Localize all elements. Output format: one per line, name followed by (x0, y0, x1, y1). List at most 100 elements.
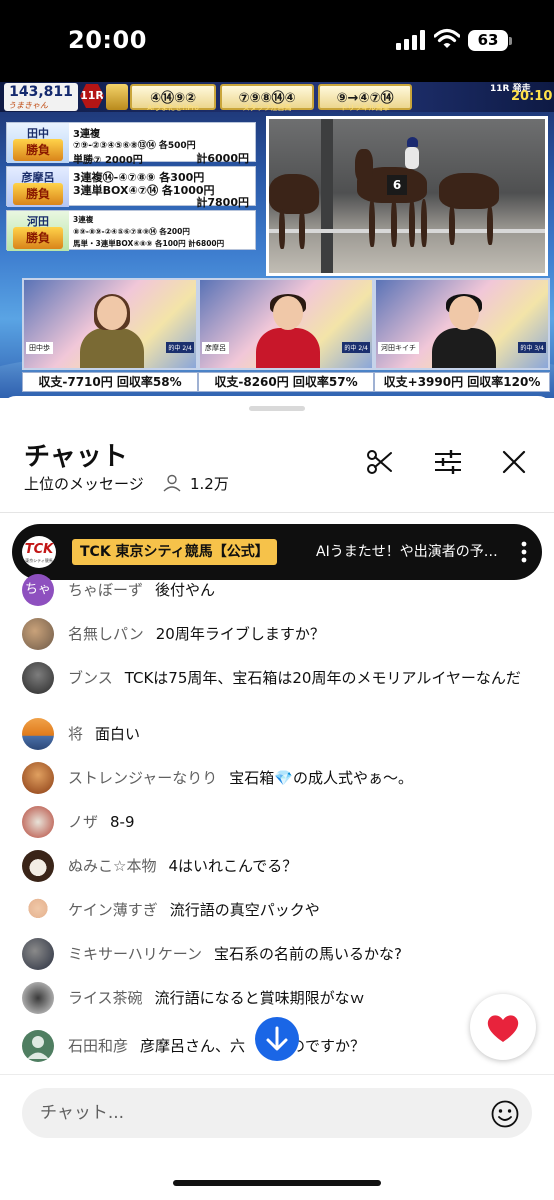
more-vertical-icon[interactable] (512, 538, 536, 566)
paddock-fence (269, 229, 545, 233)
cam-nameplate: 田中歩 (26, 342, 53, 354)
shobu-logo: 勝負 (13, 139, 63, 161)
settings-sliders-icon[interactable] (432, 446, 464, 478)
message-text: 宝石箱💎の成人式やぁ～。 (229, 769, 413, 787)
avatar (22, 762, 54, 794)
message-author: 名無しパン (68, 625, 144, 643)
battery-cap (509, 37, 512, 45)
tipster-bet-line: ⑦⑨-②③④⑤⑥⑧⑬⑭ 各500円 (73, 141, 196, 151)
cam-hit-tag: 的中 3/4 (518, 342, 546, 353)
tipster-row-tanaka: 田中 勝負 3連複 ⑦⑨-②③④⑤⑥⑧⑬⑭ 各500円 単勝⑦ 2000円 計6… (6, 122, 256, 166)
tipster-bet-line: 馬単・3連単BOX④⑧⑨ 各100円 計6800円 (73, 239, 225, 248)
chat-panel: チャット 上位のメッセージ 1.2万 TCK 東京シティ競馬 TCK 東京シティ… (0, 396, 554, 1200)
tipster-total: 計7800円 (196, 196, 249, 209)
message-text: 後付やん (155, 581, 216, 599)
avatar (22, 894, 54, 926)
message-text: 20周年ライブしますか？ (155, 625, 325, 643)
message-author: 将 (68, 725, 84, 743)
message-author: ぬみこ☆本物 (68, 857, 157, 875)
message-author: ちゃぼーず (68, 581, 144, 599)
tipster-name-badge: 河田 勝負 (7, 211, 69, 251)
saddle-number: 6 (387, 175, 407, 195)
avatar (22, 850, 54, 882)
horse (439, 173, 499, 209)
chat-input[interactable]: チャット... (22, 1088, 532, 1138)
status-time: 20:00 (68, 26, 147, 54)
message-author: ミキサーハリケーン (68, 945, 202, 963)
default-avatar-icon (27, 1036, 49, 1059)
chat-filter-dropdown[interactable]: 上位のメッセージ (24, 473, 144, 494)
message-text: 8-9 (110, 813, 135, 831)
emoji-icon[interactable] (490, 1099, 520, 1129)
horse-leg (299, 209, 305, 249)
message-author: ライス茶碗 (68, 989, 143, 1007)
tipster-row-kawata: 河田 勝負 3連複 ⑧⑨-⑧⑨-②④⑤⑥⑦⑧⑨⑭ 各200円 馬単・3連単BOX… (6, 210, 256, 251)
cam-hit-tag: 的中 2/4 (342, 342, 370, 353)
pick-tricky: ⑨→④⑦⑭ トリッキル馬単 (318, 84, 412, 112)
jockey (405, 137, 419, 169)
header-divider (0, 512, 554, 513)
tipster-bet-line: 3連複 (73, 215, 94, 224)
cam-hit-tag: 的中 2/4 (166, 342, 194, 353)
pick-staff-caption: スタッフ注目馬 (242, 104, 292, 112)
avatar (22, 718, 54, 750)
horse-leg (487, 205, 493, 245)
arrow-down-icon (266, 1026, 288, 1051)
avatar (22, 1030, 54, 1062)
tck-logo: TCK 東京シティ競馬 (22, 536, 56, 568)
paddock-pole (321, 119, 333, 273)
cam-tanaka: 田中歩 的中 2/4 (22, 278, 198, 370)
message-text: 宝石系の名前の馬いるかな? (213, 945, 402, 963)
message-author: ケイン薄すぎ (68, 901, 158, 919)
paddock-live-feed: 6 (266, 116, 548, 276)
cam-nameplate: 彦摩呂 (202, 342, 229, 354)
tipster-bet-line: ⑧⑨-⑧⑨-②④⑤⑥⑦⑧⑨⑭ 各200円 (73, 227, 190, 236)
clip-scissors-icon[interactable] (364, 446, 396, 478)
pick-staff: ⑦⑨⑧⑭④ スタッフ注目馬 (220, 84, 314, 112)
message-author: 石田和彦 (68, 1037, 129, 1055)
avatar (22, 662, 54, 694)
drag-handle[interactable] (249, 406, 305, 411)
close-icon[interactable] (498, 446, 530, 478)
message-author: ノザ (68, 813, 99, 831)
pinned-message[interactable]: TCK 東京シティ競馬 TCK 東京シティ競馬【公式】 AIうまたせ！や出演者の… (12, 524, 542, 580)
horse-leg (409, 199, 415, 247)
status-bar: 20:00 63 (0, 0, 554, 82)
cam-stat: 収支-8260円 回収率57% (198, 372, 374, 392)
tipster-row-hikomaro: 彦摩呂 勝負 3連複⑭-④⑦⑧⑨ 各300円 3連単BOX④⑦⑭ 各1000円 … (6, 166, 256, 209)
avatar (22, 938, 54, 970)
video-player[interactable]: 143,811 うまきゃん 11R ④⑭⑨② AIうまたせ!!Pro ⑦⑨⑧⑭④… (0, 82, 554, 398)
reaction-button[interactable] (470, 994, 536, 1060)
person-icon (163, 474, 181, 492)
signal-icon (396, 30, 425, 50)
heart-icon (487, 1015, 519, 1042)
cam-kawata: 河田キイチ 的中 3/4 (374, 278, 550, 370)
horse-leg (421, 199, 427, 247)
tipster-name-badge: 田中 勝負 (7, 123, 69, 163)
chat-viewer-count: 1.2万 (190, 475, 229, 493)
cam-nameplate: 河田キイチ (378, 342, 419, 354)
tck-logo-text: TCK (24, 542, 54, 557)
horse-leg (369, 199, 375, 247)
horse-leg (279, 209, 285, 249)
message-author: ストレンジャーなりり (68, 769, 218, 787)
scroll-to-bottom-button[interactable] (255, 1017, 299, 1061)
cam-stat: 収支+3990円 回収率120% (374, 372, 550, 392)
message-text: TCKは75周年、宝石箱は20周年のメモリアルイヤーなんだ (124, 669, 521, 687)
shobu-logo: 勝負 (13, 183, 63, 205)
message-text: 流行語の真空パックや (169, 901, 320, 919)
chat-title: チャット (24, 442, 128, 472)
tck-logo-sub: 東京シティ競馬 (25, 558, 53, 563)
pinned-message-text: AIうまたせ！や出演者の予想はこちら (316, 544, 506, 560)
home-indicator (173, 1180, 381, 1186)
broadcast-viewer-label: うまきゃん (8, 101, 48, 110)
tipster-bet-line: 3連単BOX④⑦⑭ 各1000円 (73, 184, 215, 197)
pinned-channel-chip: TCK 東京シティ競馬【公式】 (72, 539, 277, 565)
horse (269, 174, 319, 214)
shobu-logo: 勝負 (13, 227, 63, 249)
avatar (22, 806, 54, 838)
battery-icon: 63 (468, 30, 508, 51)
horse-neck (355, 149, 373, 183)
horse-leg (449, 205, 455, 245)
avatar: ちゃ (22, 574, 54, 606)
